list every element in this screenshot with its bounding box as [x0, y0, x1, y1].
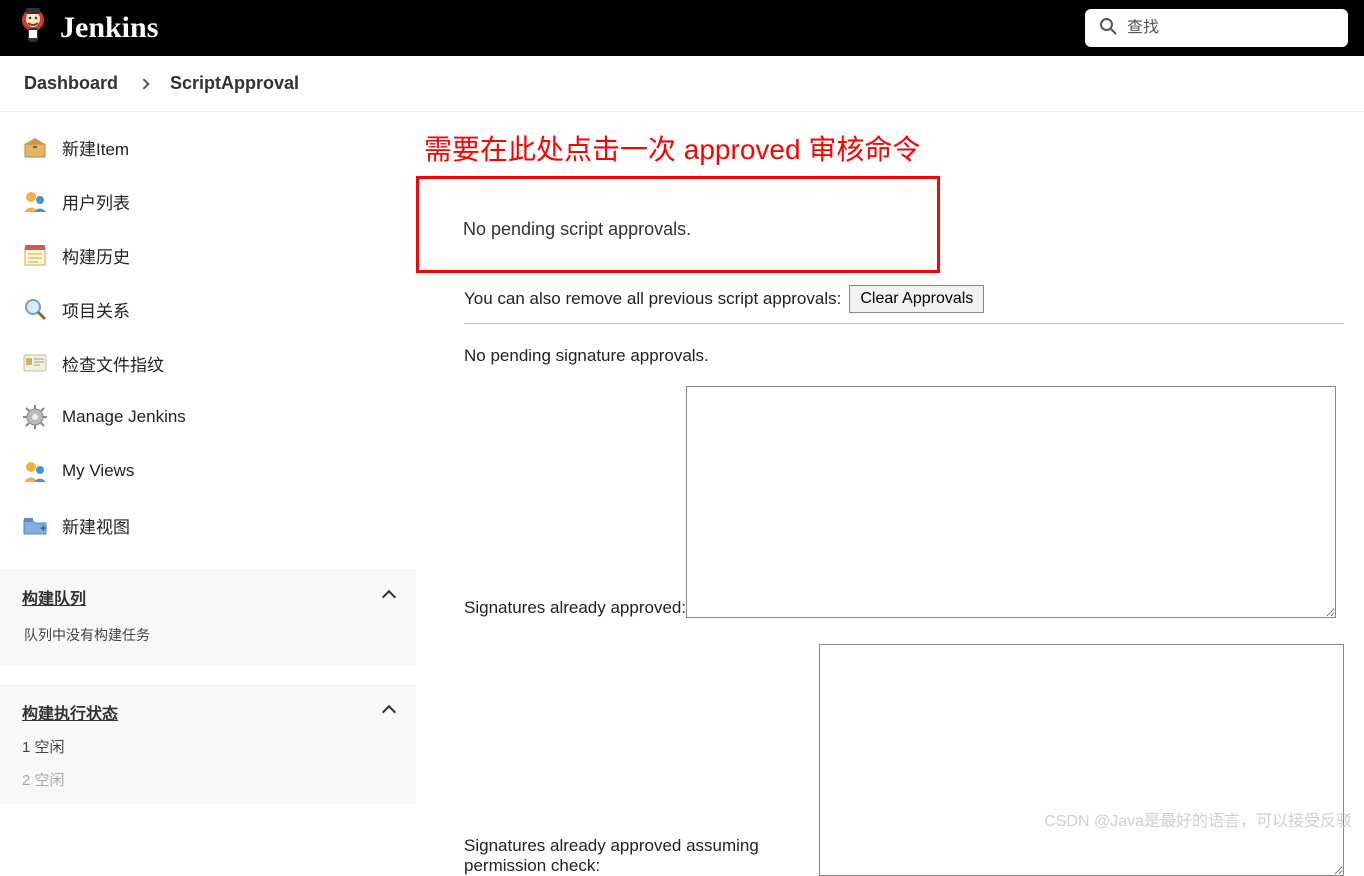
approved-signatures-perm-textarea[interactable] — [819, 644, 1344, 876]
approved-signatures-textarea[interactable] — [686, 386, 1336, 618]
crumb-dashboard[interactable]: Dashboard — [24, 73, 118, 94]
crumb-current[interactable]: ScriptApproval — [170, 73, 299, 94]
no-pending-scripts-text: No pending script approvals. — [463, 219, 691, 239]
queue-empty-text: 队列中没有构建任务 — [22, 609, 394, 651]
users-icon — [22, 188, 48, 214]
chevron-up-icon — [382, 590, 396, 604]
sidebar: 新建Item 用户列表 构建历史 项目关系 — [0, 112, 416, 876]
no-pending-signatures-text: No pending signature approvals. — [464, 346, 709, 366]
executor-row: 1 空闲 — [22, 724, 394, 757]
box-icon — [22, 134, 48, 160]
signatures-approved-label: Signatures already approved: — [464, 598, 686, 618]
sidebar-item-myviews[interactable]: My Views — [0, 444, 416, 498]
main-content: 需要在此处点击一次 approved 审核命令 No pending scrip… — [416, 112, 1364, 876]
brand-text: Jenkins — [60, 11, 158, 45]
annotation-box: No pending script approvals. — [416, 176, 940, 273]
fingerprint-icon — [22, 350, 48, 376]
sidebar-item-label: My Views — [62, 461, 134, 481]
magnify-icon — [22, 296, 48, 322]
sidebar-item-label: 用户列表 — [62, 189, 130, 214]
breadcrumb: Dashboard ScriptApproval — [0, 56, 1364, 112]
build-queue-panel: 构建队列 队列中没有构建任务 — [0, 570, 416, 665]
divider — [464, 323, 1344, 324]
jenkins-icon — [16, 6, 50, 51]
notepad-icon — [22, 242, 48, 268]
sidebar-item-label: 新建Item — [62, 135, 129, 160]
top-bar: Jenkins — [0, 0, 1364, 56]
sidebar-item-label: 构建历史 — [62, 243, 130, 268]
remove-previous-text: You can also remove all previous script … — [464, 289, 841, 309]
clear-approvals-button[interactable]: Clear Approvals — [849, 285, 984, 313]
sidebar-item-fingerprint[interactable]: 检查文件指纹 — [0, 336, 416, 390]
users-icon — [22, 458, 48, 484]
build-queue-header[interactable]: 构建队列 — [22, 585, 394, 609]
sidebar-item-relations[interactable]: 项目关系 — [0, 282, 416, 336]
sidebar-item-new[interactable]: 新建Item — [0, 120, 416, 174]
chevron-right-icon — [138, 78, 149, 89]
logo[interactable]: Jenkins — [16, 6, 158, 51]
chevron-up-icon — [382, 705, 396, 719]
executor-panel: 构建执行状态 1 空闲 2 空闲 — [0, 685, 416, 804]
sidebar-item-history[interactable]: 构建历史 — [0, 228, 416, 282]
search-box[interactable] — [1085, 9, 1348, 47]
sidebar-item-newview[interactable]: + 新建视图 — [0, 498, 416, 552]
executor-row: 2 空闲 — [22, 757, 394, 790]
search-input[interactable] — [1127, 19, 1334, 37]
search-icon — [1099, 17, 1117, 40]
executor-header[interactable]: 构建执行状态 — [22, 700, 394, 724]
panel-title: 构建队列 — [22, 585, 86, 609]
annotation-text: 需要在此处点击一次 approved 审核命令 — [424, 128, 1344, 168]
gear-icon — [22, 404, 48, 430]
sidebar-item-label: 检查文件指纹 — [62, 351, 164, 376]
sidebar-item-label: 新建视图 — [62, 513, 130, 538]
sidebar-item-label: 项目关系 — [62, 297, 130, 322]
sidebar-item-users[interactable]: 用户列表 — [0, 174, 416, 228]
sidebar-item-label: Manage Jenkins — [62, 407, 186, 427]
signatures-approved-perm-label: Signatures already approved assuming per… — [464, 836, 815, 876]
svg-text:+: + — [40, 523, 46, 535]
sidebar-item-manage[interactable]: Manage Jenkins — [0, 390, 416, 444]
folder-plus-icon: + — [22, 512, 48, 538]
panel-title: 构建执行状态 — [22, 700, 118, 724]
